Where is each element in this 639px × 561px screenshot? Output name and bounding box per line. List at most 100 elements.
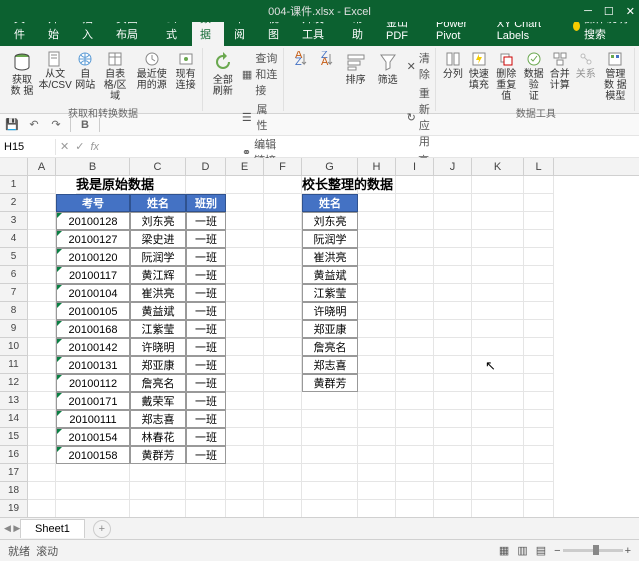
col-header[interactable]: J <box>434 158 472 175</box>
cell[interactable] <box>130 482 186 500</box>
bold-icon[interactable]: B <box>77 117 93 133</box>
cell[interactable] <box>396 356 434 374</box>
cell[interactable] <box>264 374 302 392</box>
recent-sources-button[interactable]: 最近使 用的源 <box>133 48 170 93</box>
view-pagebreak-icon[interactable]: ▤ <box>536 544 546 557</box>
cell[interactable] <box>264 230 302 248</box>
cell[interactable] <box>264 266 302 284</box>
cell[interactable]: 郑亚康 <box>302 320 358 338</box>
cell[interactable] <box>264 248 302 266</box>
cell[interactable] <box>130 464 186 482</box>
row-header[interactable]: 18 <box>0 482 28 500</box>
cell[interactable]: 一班 <box>186 320 226 338</box>
cell[interactable]: 江紫莹 <box>130 320 186 338</box>
cell[interactable] <box>396 338 434 356</box>
cell[interactable] <box>434 338 472 356</box>
zoom-in-icon[interactable]: + <box>625 545 631 557</box>
cell[interactable] <box>264 194 302 212</box>
cell[interactable] <box>472 284 524 302</box>
cell[interactable] <box>434 428 472 446</box>
cell[interactable] <box>264 428 302 446</box>
cell[interactable] <box>472 194 524 212</box>
cell[interactable] <box>524 356 554 374</box>
cell[interactable]: 黄群芳 <box>130 446 186 464</box>
name-box[interactable]: H15 <box>0 139 56 155</box>
cell[interactable] <box>264 392 302 410</box>
relationships-button[interactable]: 关系 <box>574 48 598 82</box>
row-header[interactable]: 11 <box>0 356 28 374</box>
reapply-item[interactable]: ↻重新应用 <box>407 84 430 150</box>
col-header[interactable]: K <box>472 158 524 175</box>
get-data-button[interactable]: 获取数 据 <box>7 48 37 99</box>
cell[interactable]: 一班 <box>186 230 226 248</box>
cell[interactable]: 林春花 <box>130 428 186 446</box>
cell[interactable] <box>302 500 358 518</box>
cell[interactable] <box>28 194 56 212</box>
properties-item[interactable]: ☰属性 <box>242 100 278 134</box>
cell[interactable] <box>472 482 524 500</box>
cell[interactable]: 20100158 <box>56 446 130 464</box>
cell[interactable] <box>226 482 264 500</box>
row-header[interactable]: 8 <box>0 302 28 320</box>
cell[interactable] <box>434 464 472 482</box>
cell[interactable] <box>226 266 264 284</box>
col-header[interactable]: C <box>130 158 186 175</box>
cell[interactable] <box>396 500 434 518</box>
zoom-slider[interactable] <box>563 549 623 552</box>
cell[interactable] <box>358 176 396 194</box>
row-header[interactable]: 14 <box>0 410 28 428</box>
cell[interactable] <box>358 356 396 374</box>
cell[interactable] <box>396 176 434 194</box>
cell[interactable] <box>434 284 472 302</box>
cell[interactable] <box>358 500 396 518</box>
cell[interactable]: 一班 <box>186 302 226 320</box>
cell[interactable]: 姓名 <box>302 194 358 212</box>
cell[interactable] <box>472 410 524 428</box>
cell[interactable] <box>524 302 554 320</box>
save-icon[interactable]: 💾 <box>4 117 20 133</box>
col-header[interactable]: F <box>264 158 302 175</box>
minimize-button[interactable]: ─ <box>584 5 592 18</box>
cell[interactable] <box>396 266 434 284</box>
row-header[interactable]: 1 <box>0 176 28 194</box>
cell[interactable] <box>472 302 524 320</box>
data-validation-button[interactable]: 数据验 证 <box>522 48 546 104</box>
cell[interactable]: 姓名 <box>130 194 186 212</box>
cell[interactable]: 一班 <box>186 374 226 392</box>
cell[interactable] <box>358 212 396 230</box>
cell[interactable]: 一班 <box>186 428 226 446</box>
row-header[interactable]: 17 <box>0 464 28 482</box>
col-header[interactable]: G <box>302 158 358 175</box>
cell[interactable] <box>434 500 472 518</box>
cell[interactable] <box>28 284 56 302</box>
cell[interactable] <box>28 320 56 338</box>
cell[interactable] <box>358 446 396 464</box>
cell[interactable] <box>226 176 264 194</box>
cell[interactable] <box>472 320 524 338</box>
cell[interactable] <box>524 482 554 500</box>
cell[interactable]: 20100142 <box>56 338 130 356</box>
cell[interactable]: 郑志喜 <box>302 356 358 374</box>
view-layout-icon[interactable]: ▥ <box>517 544 527 557</box>
cell[interactable] <box>226 374 264 392</box>
cell[interactable]: 20100171 <box>56 392 130 410</box>
col-header[interactable]: I <box>396 158 434 175</box>
cell[interactable] <box>524 464 554 482</box>
cell[interactable] <box>524 320 554 338</box>
cell[interactable] <box>472 374 524 392</box>
cell[interactable] <box>358 302 396 320</box>
cell[interactable] <box>434 374 472 392</box>
cell[interactable]: 20100131 <box>56 356 130 374</box>
cell[interactable]: 班别 <box>186 194 226 212</box>
cell[interactable] <box>396 302 434 320</box>
col-header[interactable]: B <box>56 158 130 175</box>
cell[interactable] <box>226 410 264 428</box>
cell[interactable]: 校长整理的数据 <box>302 176 358 194</box>
cell[interactable] <box>524 500 554 518</box>
cell[interactable] <box>226 302 264 320</box>
row-header[interactable]: 13 <box>0 392 28 410</box>
cell[interactable] <box>524 428 554 446</box>
row-header[interactable]: 9 <box>0 320 28 338</box>
cell[interactable] <box>264 338 302 356</box>
cell[interactable]: 黄益斌 <box>130 302 186 320</box>
